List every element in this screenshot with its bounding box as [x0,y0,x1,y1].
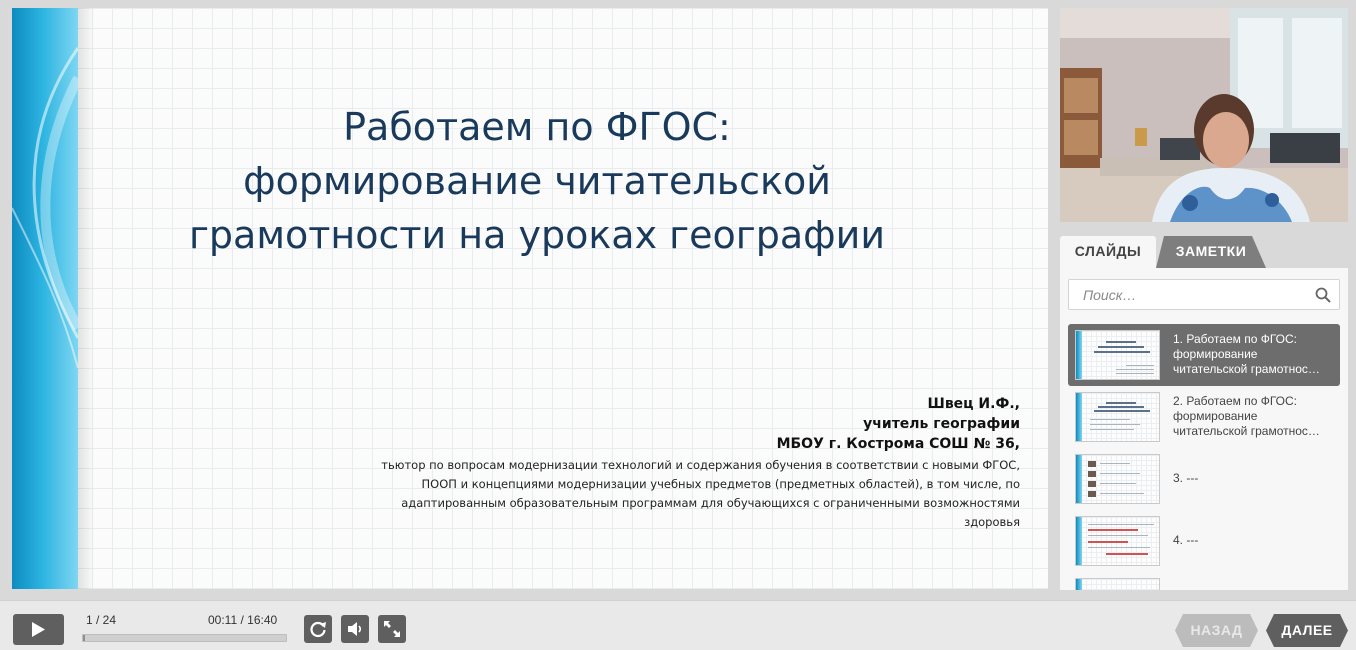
author-name: Швец И.Ф., [927,396,1020,412]
presenter-video-frame [1060,8,1348,222]
progress-fill [83,635,86,641]
slide-author-block: Швец И.Ф., учитель географии МБОУ г. Кос… [380,394,1020,532]
slide-list-item-label: 4. --- [1173,533,1199,547]
tab-slides[interactable]: СЛАЙДЫ [1060,236,1156,268]
slide-title-line: формирование читательской [243,159,831,203]
volume-icon [348,622,362,636]
slide-list: 1. Работаем по ФГОС: формирование читате… [1068,324,1340,590]
slide-list-item-4[interactable]: 4. --- [1068,510,1340,572]
slide-counter: 1 / 24 [86,613,117,627]
slide-thumbnail [1075,392,1160,442]
slide-thumbnail [1075,454,1160,504]
slide-decor-band [12,8,78,589]
replay-button[interactable] [304,615,332,643]
playback-time: 00:11 / 16:40 [208,613,278,627]
next-button[interactable]: ДАЛЕЕ [1266,614,1348,647]
slide-thumbnail [1075,578,1160,590]
slide-title-line: грамотности на уроках географии [188,213,886,257]
slide-title: Работаем по ФГОС: формирование читательс… [172,100,902,262]
tab-notes[interactable]: ЗАМЕТКИ [1156,236,1266,268]
fullscreen-icon [384,621,400,637]
slide-list-item-label: 2. Работаем по ФГОС: формирование читате… [1173,394,1320,438]
back-button[interactable]: НАЗАД [1175,614,1258,647]
slide-list-item-5[interactable] [1068,572,1340,590]
progress-bar[interactable] [82,634,287,642]
slide-list-item-1[interactable]: 1. Работаем по ФГОС: формирование читате… [1068,324,1340,386]
replay-icon [310,621,326,638]
search-box [1068,279,1340,310]
play-icon [32,622,45,637]
slide-thumbnail [1075,516,1160,566]
slide-canvas: Работаем по ФГОС: формирование читательс… [12,8,1048,589]
author-note: тьютор по вопросам модернизации технолог… [381,458,1020,529]
play-button[interactable] [13,614,64,645]
slide-list-item-3[interactable]: 3. --- [1068,448,1340,510]
slides-panel: 1. Работаем по ФГОС: формирование читате… [1060,268,1348,590]
slide-list-item-2[interactable]: 2. Работаем по ФГОС: формирование читате… [1068,386,1340,448]
slide-list-item-label: 3. --- [1173,471,1199,485]
player-controls: 1 / 24 00:11 / 16:40 НАЗАД ДАЛЕЕ [0,600,1356,650]
slide-title-line: Работаем по ФГОС: [343,105,731,149]
fullscreen-button[interactable] [378,615,406,643]
slide-list-item-label: 1. Работаем по ФГОС: формирование читате… [1173,332,1320,376]
search-icon[interactable] [1315,287,1331,308]
author-position: учитель географии [863,416,1020,432]
presenter-video[interactable] [1060,8,1348,222]
sidebar-tabs: СЛАЙДЫ ЗАМЕТКИ [1060,236,1348,268]
slide-decor-swirl [12,47,78,369]
search-input[interactable] [1069,280,1309,309]
author-school: МБОУ г. Кострома СОШ № 36, [776,436,1020,452]
volume-button[interactable] [341,615,369,643]
slide-thumbnail [1075,330,1160,380]
